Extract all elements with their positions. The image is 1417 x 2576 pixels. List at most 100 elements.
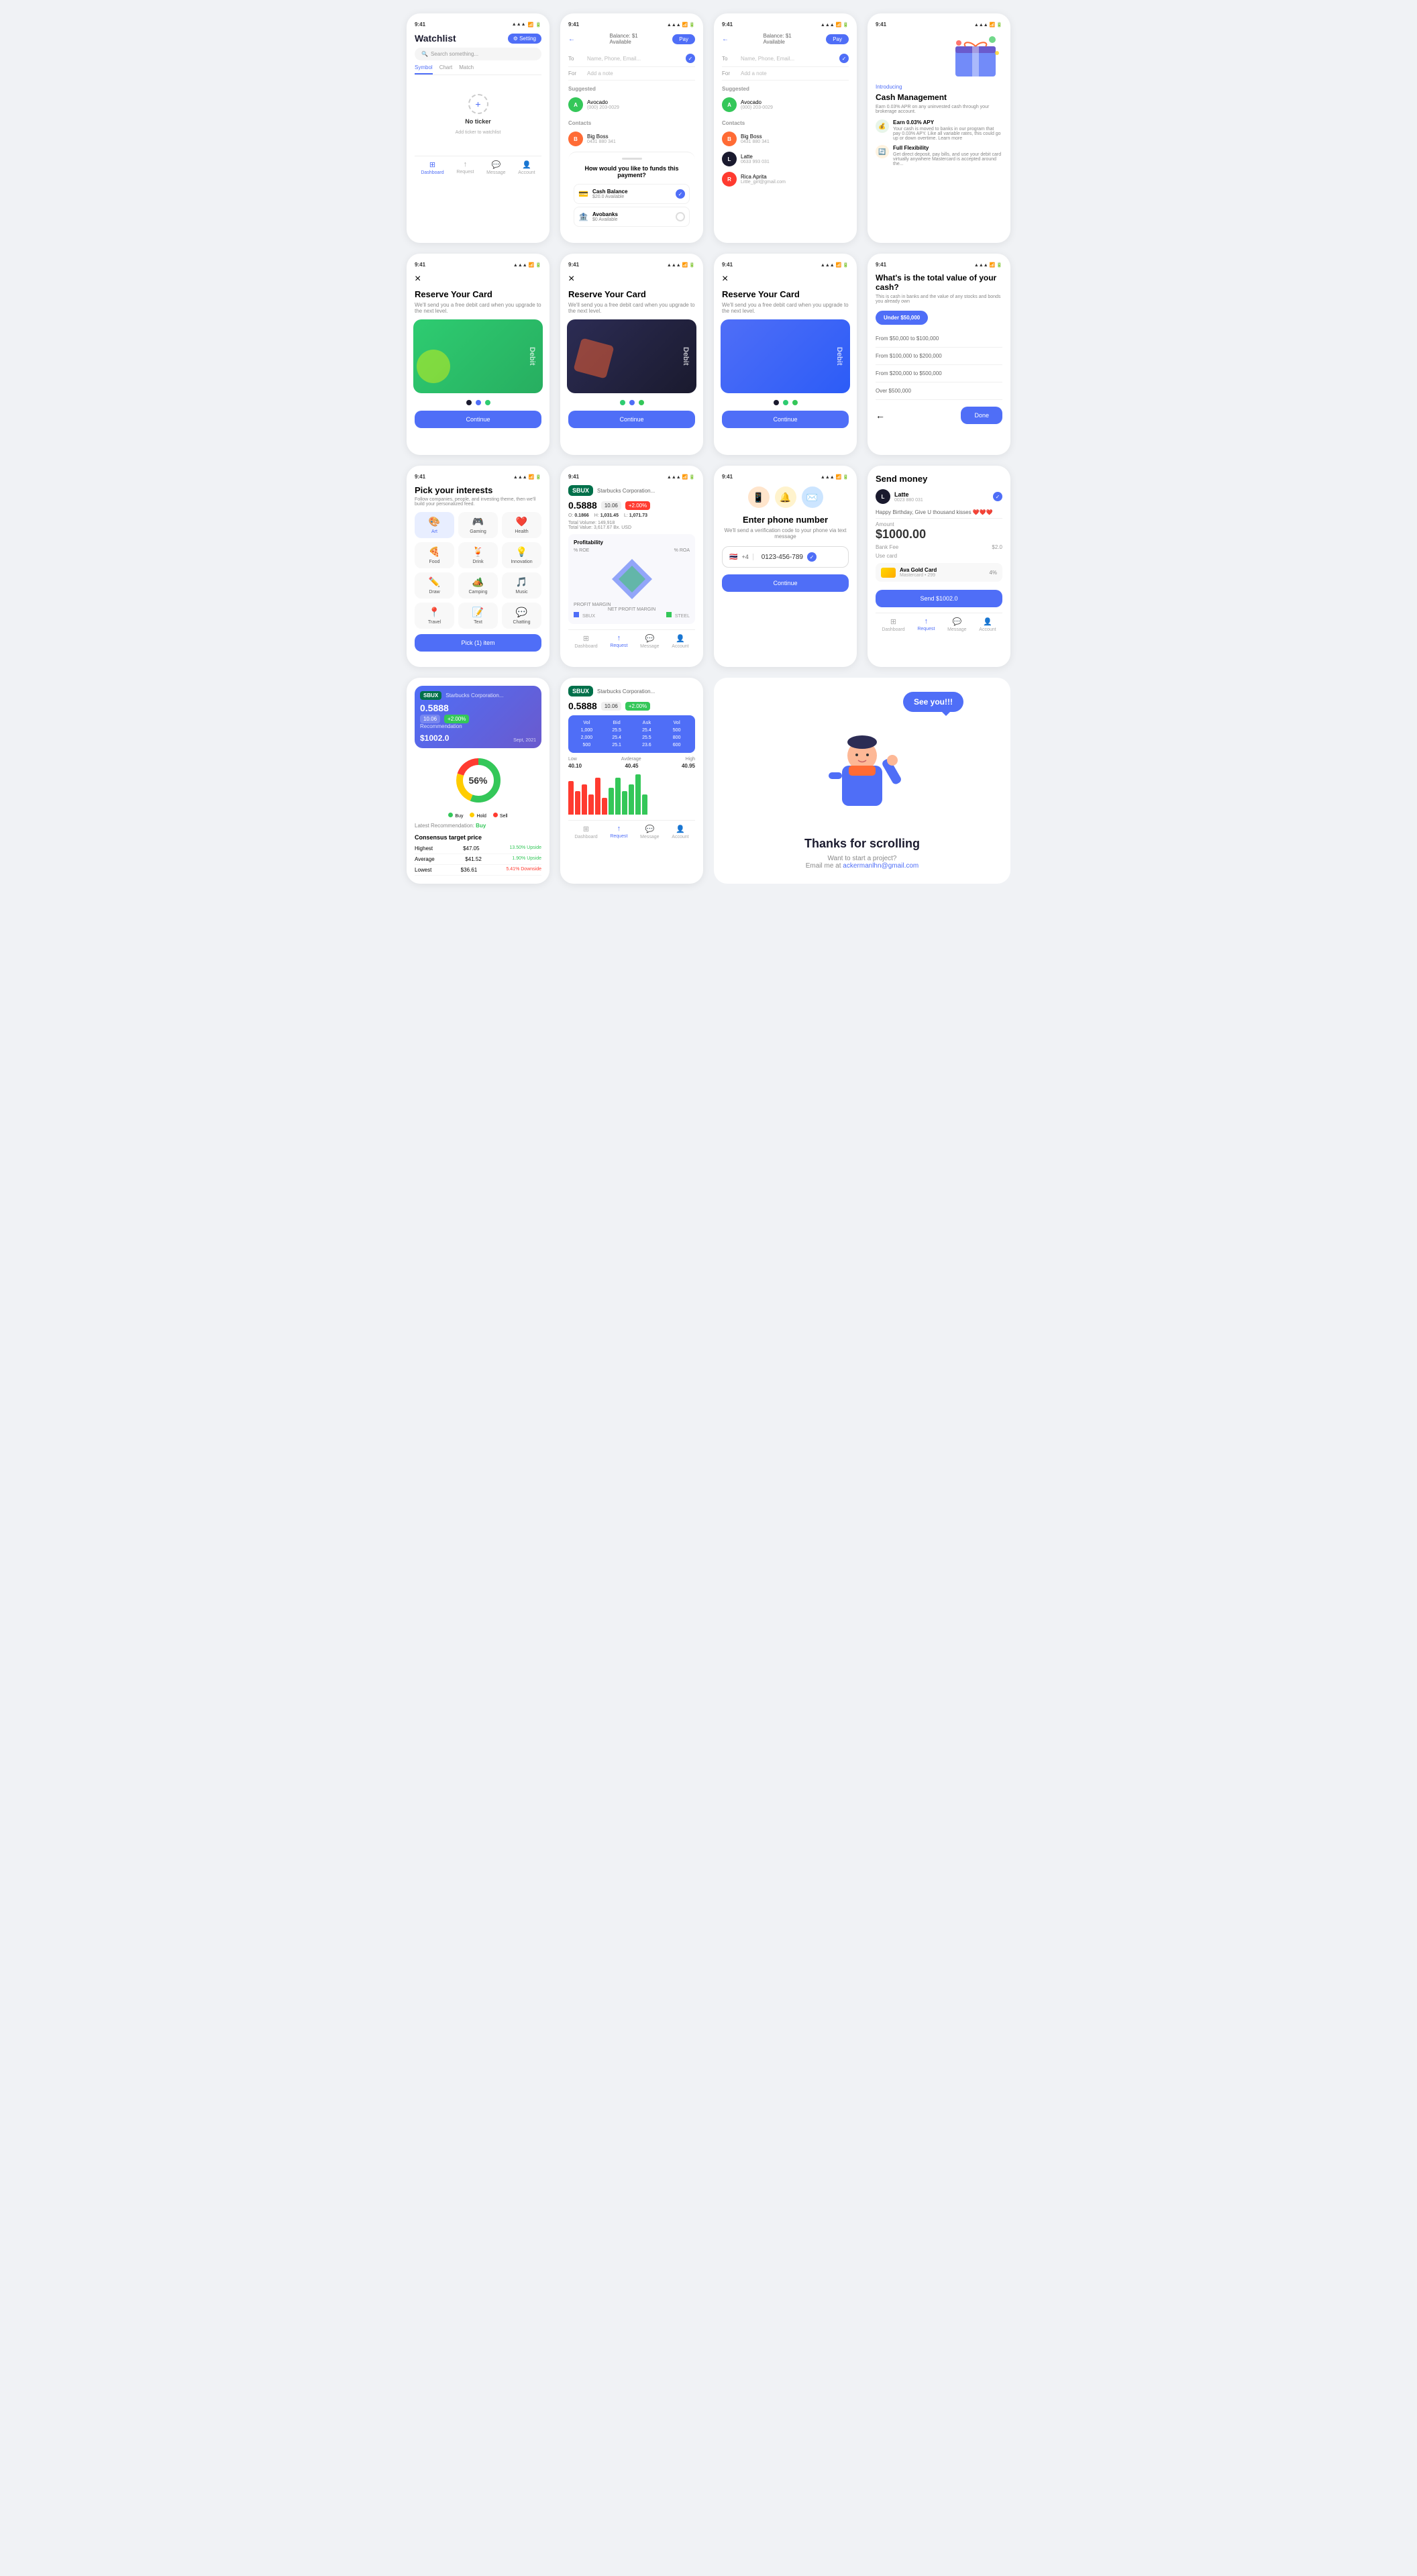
avo-radio[interactable] [676, 212, 685, 221]
dot-1-dark[interactable] [620, 400, 625, 405]
done-button[interactable]: Done [961, 407, 1002, 424]
interest-chatting[interactable]: 💬 Chatting [502, 603, 541, 629]
interest-draw[interactable]: ✏️ Draw [415, 572, 454, 599]
back-arrow-cash[interactable]: ← [876, 410, 885, 421]
amount-value-send[interactable]: $1000.00 [876, 527, 1002, 542]
avobanks-option[interactable]: 🏦 Avobanks $0 Available [574, 207, 690, 227]
interest-camping[interactable]: 🏕️ Camping [458, 572, 498, 599]
pick-button[interactable]: Pick (1) item [415, 634, 541, 652]
speech-bubble: See you!!! [903, 692, 963, 712]
search-bar[interactable]: 🔍 Search something... [415, 48, 541, 60]
request-icon-10: ↑ [617, 634, 621, 642]
pay-button-3[interactable]: Pay [826, 34, 849, 44]
latte-avatar-send: L [876, 489, 890, 504]
option-100-200[interactable]: From $100,000 to $200,000 [876, 348, 1002, 365]
dot-3-dark[interactable] [639, 400, 644, 405]
price-tag-10: 10.06 [601, 501, 621, 510]
bar-r1 [568, 781, 574, 815]
dot-2-blue[interactable] [783, 400, 788, 405]
dot-3-green[interactable] [485, 400, 490, 405]
nav-request-10[interactable]: ↑ Request [610, 634, 627, 649]
tab-match[interactable]: Match [459, 64, 474, 74]
interest-innovation[interactable]: 💡 Innovation [502, 542, 541, 568]
for-row-3: For Add a note [722, 67, 849, 81]
nav-dashboard-10[interactable]: ⊞ Dashboard [574, 634, 597, 649]
bottom-nav-14: ⊞ Dashboard ↑ Request 💬 Message 👤 Accoun… [568, 820, 695, 839]
option-50-100[interactable]: From $50,000 to $100,000 [876, 330, 1002, 348]
interest-art[interactable]: 🎨 Art [415, 512, 454, 538]
thanks-email-link[interactable]: ackermanlhn@gmail.com [843, 862, 919, 870]
nav-message-12[interactable]: 💬 Message [947, 617, 966, 632]
chatting-emoji: 💬 [516, 607, 527, 618]
nav-dashboard-12[interactable]: ⊞ Dashboard [882, 617, 904, 632]
dot-3-blue[interactable] [792, 400, 798, 405]
bottom-nav-10: ⊞ Dashboard ↑ Request 💬 Message 👤 Accoun… [568, 629, 695, 649]
nav-account-14[interactable]: 👤 Account [672, 825, 688, 839]
avocado-avatar-3: A [722, 97, 737, 112]
continue-btn-green[interactable]: Continue [415, 411, 541, 428]
for-value-2[interactable]: Add a note [587, 70, 695, 76]
dot-1-green[interactable] [466, 400, 472, 405]
nav-message-10[interactable]: 💬 Message [640, 634, 659, 649]
option-200-500[interactable]: From $200,000 to $500,000 [876, 365, 1002, 382]
nav-dashboard-label: Dashboard [421, 170, 443, 175]
interest-music[interactable]: 🎵 Music [502, 572, 541, 599]
nav-request-1[interactable]: ↑ Request [456, 160, 474, 175]
nav-dashboard-14[interactable]: ⊞ Dashboard [574, 825, 597, 839]
to-value-3[interactable]: Name, Phone, Email... [741, 56, 839, 62]
selected-option[interactable]: Under $50,000 [876, 311, 928, 325]
close-button-dark[interactable]: × [568, 273, 574, 285]
bar-g2 [615, 778, 621, 815]
option-over-500[interactable]: Over $500,000 [876, 382, 1002, 400]
setting-button[interactable]: ⚙ Setting [508, 34, 541, 44]
close-button-green[interactable]: × [415, 273, 421, 285]
avg-label: Avderage [621, 757, 641, 762]
back-button-2[interactable]: ← [568, 36, 575, 43]
phone-continue-btn[interactable]: Continue [722, 574, 849, 592]
price-change-10: +2.00% [625, 501, 650, 510]
continue-btn-dark[interactable]: Continue [568, 411, 695, 428]
dot-2-dark[interactable] [629, 400, 635, 405]
chatting-label: Chatting [513, 620, 530, 625]
nav-account-1[interactable]: 👤 Account [518, 160, 535, 175]
back-button-3[interactable]: ← [722, 36, 729, 43]
tab-symbol[interactable]: Symbol [415, 64, 433, 74]
avocado-avatar-2: A [568, 97, 583, 112]
nav-account-12[interactable]: 👤 Account [979, 617, 996, 632]
send-check: ✓ [993, 492, 1002, 501]
dot-1-blue[interactable] [774, 400, 779, 405]
interest-drink[interactable]: 🍹 Drink [458, 542, 498, 568]
nav-message-14[interactable]: 💬 Message [640, 825, 659, 839]
interest-food[interactable]: 🍕 Food [415, 542, 454, 568]
time-3: 9:41 [722, 21, 733, 28]
add-ticker-icon[interactable]: + [468, 94, 488, 114]
send-button[interactable]: Send $1002.0 [876, 590, 1002, 607]
interest-gaming[interactable]: 🎮 Gaming [458, 512, 498, 538]
nav-dashboard-1[interactable]: ⊞ Dashboard [421, 160, 443, 175]
continue-btn-blue[interactable]: Continue [722, 411, 849, 428]
pay-button-2[interactable]: Pay [672, 34, 695, 44]
cash-balance-option[interactable]: 💳 Cash Balance $20.0 Available ✓ [574, 184, 690, 204]
nav-account-10[interactable]: 👤 Account [672, 634, 688, 649]
phone-input-row[interactable]: 🇹🇭 +4 0123-456-789 ✓ [722, 546, 849, 568]
tab-chart[interactable]: Chart [439, 64, 453, 74]
avocado-phone-3: (000) 203-0029 [741, 105, 773, 110]
for-value-3[interactable]: Add a note [741, 70, 849, 76]
phone-icon-3: ✉️ [802, 486, 823, 508]
status-bar-7: 9:41 ▲▲▲ 📶 🔋 [722, 262, 849, 268]
interest-text[interactable]: 📝 Text [458, 603, 498, 629]
available-label-2: Available [609, 39, 631, 45]
nav-message-1[interactable]: 💬 Message [486, 160, 505, 175]
status-bar-11: 9:41 ▲▲▲ 📶 🔋 [722, 474, 849, 480]
close-button-blue[interactable]: × [722, 273, 728, 285]
phone-number-value[interactable]: 0123-456-789 [762, 554, 803, 561]
vol-row-2: 2,000 25.4 25.5 800 [572, 734, 691, 741]
cash-mgmt-screen: 9:41 ▲▲▲ 📶 🔋 Introducing Cash Management… [868, 13, 1010, 243]
suggested-label-3: Suggested [722, 86, 849, 92]
interest-health[interactable]: ❤️ Health [502, 512, 541, 538]
nav-request-14[interactable]: ↑ Request [610, 825, 627, 839]
nav-request-12[interactable]: ↑ Request [917, 617, 935, 632]
interest-travel[interactable]: 📍 Travel [415, 603, 454, 629]
dot-2-green[interactable] [476, 400, 481, 405]
to-value-2[interactable]: Name, Phone, Email... [587, 56, 686, 62]
